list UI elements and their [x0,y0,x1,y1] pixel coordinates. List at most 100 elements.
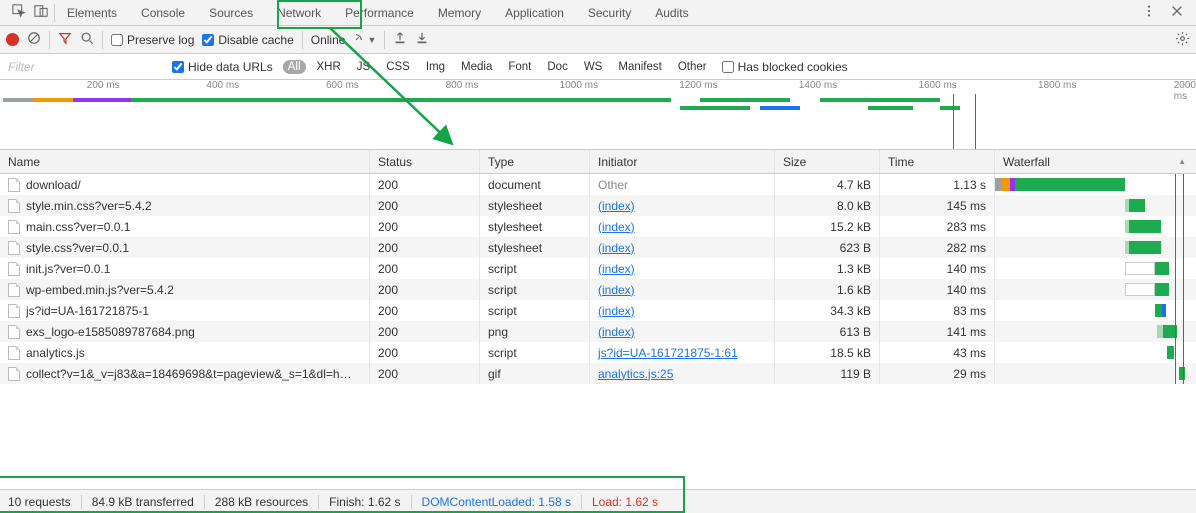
export-har-icon[interactable] [415,31,429,48]
request-initiator[interactable]: analytics.js:25 [598,367,673,381]
table-row[interactable]: collect?v=1&_v=j83&a=18469698&t=pageview… [0,363,1196,384]
file-icon [8,262,20,276]
waterfall-cell [995,342,1196,363]
request-status: 200 [370,237,480,258]
column-status[interactable]: Status [370,150,480,173]
table-row[interactable]: style.min.css?ver=5.4.2200stylesheet(ind… [0,195,1196,216]
column-initiator[interactable]: Initiator [590,150,775,173]
disable-cache-checkbox[interactable]: Disable cache [202,33,293,47]
request-initiator[interactable]: (index) [598,304,635,318]
panel-right-icons [1142,4,1196,21]
request-initiator[interactable]: (index) [598,283,635,297]
timeline-tick: 1200 ms [679,80,717,91]
preserve-log-checkbox[interactable]: Preserve log [111,33,194,47]
timeline-tick: 400 ms [206,80,239,91]
table-row[interactable]: analytics.js200scriptjs?id=UA-161721875-… [0,342,1196,363]
filter-row: Hide data URLs All XHR JS CSS Img Media Font Do… [0,54,1196,80]
request-size: 18.5 kB [775,342,880,363]
requests-table-body: download/200documentOther4.7 kB1.13 ssty… [0,174,1196,384]
waterfall-cell [995,363,1196,384]
request-type: stylesheet [480,216,590,237]
column-waterfall[interactable]: Waterfall [995,150,1196,173]
table-row[interactable]: init.js?ver=0.0.1200script(index)1.3 kB1… [0,258,1196,279]
hide-data-urls-checkbox[interactable]: Hide data URLs [172,60,273,74]
kebab-menu-icon[interactable] [1142,4,1156,21]
type-filter-all[interactable]: All [283,60,306,74]
waterfall-cell [995,216,1196,237]
timeline-tick: 600 ms [326,80,359,91]
request-size: 34.3 kB [775,300,880,321]
load-line [1183,174,1184,384]
tabs-container: ElementsConsoleSourcesNetworkPerformance… [55,0,701,26]
filter-toggle-icon[interactable] [58,31,72,48]
has-blocked-cookies-checkbox[interactable]: Has blocked cookies [722,60,848,74]
table-row[interactable]: main.css?ver=0.0.1200stylesheet(index)15… [0,216,1196,237]
type-filter-pills: All XHR JS CSS Img Media Font Doc WS Manifest Othe… [283,60,712,74]
request-time: 140 ms [880,258,995,279]
record-icon[interactable] [6,33,19,46]
type-filter-css[interactable]: CSS [381,60,415,74]
request-initiator[interactable]: (index) [598,325,635,339]
clear-icon[interactable] [27,31,41,48]
waterfall-cell [995,237,1196,258]
timeline-overview[interactable]: 200 ms400 ms600 ms800 ms1000 ms1200 ms14… [0,80,1196,150]
request-initiator[interactable]: (index) [598,262,635,276]
request-type: script [480,258,590,279]
type-filter-font[interactable]: Font [503,60,536,74]
tab-audits[interactable]: Audits [643,0,700,26]
import-har-icon[interactable] [393,31,407,48]
request-size: 623 B [775,237,880,258]
tab-elements[interactable]: Elements [55,0,129,26]
inspect-element-icon[interactable] [12,4,26,21]
table-row[interactable]: style.css?ver=0.0.1200stylesheet(index)6… [0,237,1196,258]
table-row[interactable]: download/200documentOther4.7 kB1.13 s [0,174,1196,195]
request-initiator[interactable]: (index) [598,199,635,213]
column-size[interactable]: Size [775,150,880,173]
type-filter-manifest[interactable]: Manifest [613,60,666,74]
table-row[interactable]: js?id=UA-161721875-1200script(index)34.3… [0,300,1196,321]
column-name[interactable]: Name [0,150,370,173]
settings-gear-icon[interactable] [1175,31,1190,49]
column-time[interactable]: Time [880,150,995,173]
request-initiator[interactable]: js?id=UA-161721875-1:61 [598,346,738,360]
request-name: analytics.js [26,346,85,360]
type-filter-img[interactable]: Img [421,60,450,74]
waterfall-cell [995,195,1196,216]
request-time: 140 ms [880,279,995,300]
device-mode-icon[interactable] [34,4,48,21]
close-devtools-icon[interactable] [1170,4,1184,21]
timeline-tick: 1400 ms [799,80,837,91]
request-status: 200 [370,258,480,279]
request-name: exs_logo-e1585089787684.png [26,325,195,339]
timeline-tick: 1000 ms [560,80,598,91]
tab-security[interactable]: Security [576,0,643,26]
type-filter-other[interactable]: Other [673,60,712,74]
request-status: 200 [370,195,480,216]
type-filter-doc[interactable]: Doc [542,60,572,74]
file-icon [8,325,20,339]
request-initiator[interactable]: (index) [598,241,635,255]
throttling-select[interactable]: Online ▼ [311,33,377,47]
inspect-icon-group [6,4,54,21]
table-row[interactable]: wp-embed.min.js?ver=5.4.2200script(index… [0,279,1196,300]
tab-application[interactable]: Application [493,0,576,26]
request-status: 200 [370,300,480,321]
request-initiator[interactable]: (index) [598,220,635,234]
table-row[interactable]: exs_logo-e1585089787684.png200png(index)… [0,321,1196,342]
tab-memory[interactable]: Memory [426,0,493,26]
tab-sources[interactable]: Sources [197,0,265,26]
request-name: download/ [26,178,81,192]
tab-network[interactable]: Network [265,0,333,26]
column-type[interactable]: Type [480,150,590,173]
type-filter-ws[interactable]: WS [579,60,608,74]
file-icon [8,304,20,318]
type-filter-xhr[interactable]: XHR [312,60,346,74]
tab-console[interactable]: Console [129,0,197,26]
filter-input[interactable] [4,58,162,76]
type-filter-media[interactable]: Media [456,60,497,74]
tab-performance[interactable]: Performance [333,0,426,26]
request-initiator: Other [598,178,628,192]
type-filter-js[interactable]: JS [352,60,375,74]
status-dcl: DOMContentLoaded: 1.58 s [412,495,582,509]
search-icon[interactable] [80,31,94,48]
